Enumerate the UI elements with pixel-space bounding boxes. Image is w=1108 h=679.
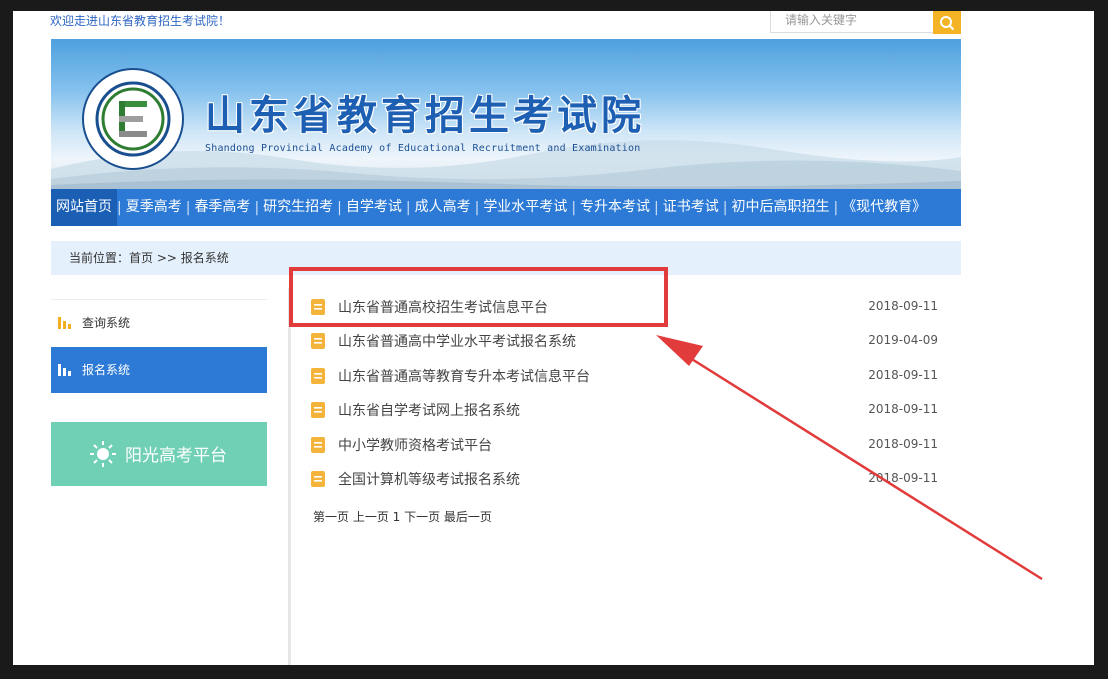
list-item-date: 2018-09-11 xyxy=(868,471,938,485)
sunshine-gaokao-button[interactable]: 阳光高考平台 xyxy=(51,422,267,486)
list-item[interactable]: 全国计算机等级考试报名系统 2018-09-11 xyxy=(311,462,951,496)
search-icon xyxy=(940,15,955,30)
pagination[interactable]: 第一页 上一页 1 下一页 最后一页 xyxy=(313,508,492,525)
sunshine-label: 阳光高考平台 xyxy=(125,446,227,466)
content-divider xyxy=(288,288,291,665)
nav-item-certificate[interactable]: 证书考试 xyxy=(659,189,723,226)
list-item[interactable]: 山东省普通高等教育专升本考试信息平台 2018-09-11 xyxy=(311,359,951,393)
nav-item-graduate[interactable]: 研究生招考 xyxy=(259,189,337,226)
document-icon xyxy=(311,368,325,384)
list-item[interactable]: 山东省普通高中学业水平考试报名系统 2019-04-09 xyxy=(311,324,951,358)
academy-logo xyxy=(82,68,184,170)
welcome-text: 欢迎走进山东省教育招生考试院！ xyxy=(50,14,231,28)
document-icon xyxy=(311,402,325,418)
nav-item-upgrade[interactable]: 专升本考试 xyxy=(576,189,654,226)
list-item[interactable]: 中小学教师资格考试平台 2018-09-11 xyxy=(311,428,951,462)
breadcrumb-text: 当前位置：首页 >> 报名系统 xyxy=(69,251,229,265)
list-item-title[interactable]: 山东省普通高中学业水平考试报名系统 xyxy=(338,331,576,351)
list-item[interactable]: 山东省自学考试网上报名系统 2018-09-11 xyxy=(311,393,951,427)
document-icon xyxy=(311,437,325,453)
nav-item-proficiency[interactable]: 学业水平考试 xyxy=(479,189,571,226)
search-button[interactable] xyxy=(933,11,961,34)
top-bar: 欢迎走进山东省教育招生考试院！ 请输入关键字 xyxy=(13,11,1094,39)
nav-item-home[interactable]: 网站首页 xyxy=(51,189,117,226)
sidebar-item-label: 查询系统 xyxy=(82,316,131,330)
document-icon xyxy=(311,333,325,349)
site-title: 山东省教育招生考试院 xyxy=(205,92,645,139)
list-item-title[interactable]: 中小学教师资格考试平台 xyxy=(338,435,492,455)
sidebar-item-label: 报名系统 xyxy=(82,363,131,377)
list-item-title[interactable]: 山东省自学考试网上报名系统 xyxy=(338,400,520,420)
header-banner: 山东省教育招生考试院 Shandong Provincial Academy o… xyxy=(51,39,961,189)
list-item-date: 2019-04-09 xyxy=(868,333,938,347)
bar-chart-icon xyxy=(58,317,71,329)
search-input[interactable]: 请输入关键字 xyxy=(770,11,934,33)
nav-item-adult[interactable]: 成人高考 xyxy=(411,189,475,226)
highlight-box xyxy=(289,267,668,327)
nav-item-self-study[interactable]: 自学考试 xyxy=(342,189,406,226)
document-icon xyxy=(311,471,325,487)
list-item-title[interactable]: 全国计算机等级考试报名系统 xyxy=(338,469,520,489)
browser-screen: 欢迎走进山东省教育招生考试院！ 请输入关键字 山东省教育招生考试院 Shando… xyxy=(13,11,1094,665)
list-item-date: 2018-09-11 xyxy=(868,437,938,451)
list-item-date: 2018-09-11 xyxy=(868,402,938,416)
sidebar-item-registration[interactable]: 报名系统 xyxy=(51,347,267,393)
nav-item-summer-gaokao[interactable]: 夏季高考 xyxy=(122,189,186,226)
nav-item-modern-education[interactable]: 《现代教育》 xyxy=(838,189,930,226)
nav-item-vocational[interactable]: 初中后高职招生 xyxy=(727,189,833,226)
list-item-title[interactable]: 山东省普通高等教育专升本考试信息平台 xyxy=(338,366,590,386)
nav-item-spring-gaokao[interactable]: 春季高考 xyxy=(190,189,254,226)
sun-icon xyxy=(90,441,116,467)
site-subtitle-en: Shandong Provincial Academy of Education… xyxy=(205,143,641,154)
bar-chart-icon xyxy=(58,364,71,376)
sidebar-item-query[interactable]: 查询系统 xyxy=(51,299,267,345)
main-nav: 网站首页 | 夏季高考 | 春季高考 | 研究生招考 | 自学考试 | 成人高考… xyxy=(51,189,961,226)
list-item-date: 2018-09-11 xyxy=(868,368,938,382)
list-item-date: 2018-09-11 xyxy=(868,299,938,313)
